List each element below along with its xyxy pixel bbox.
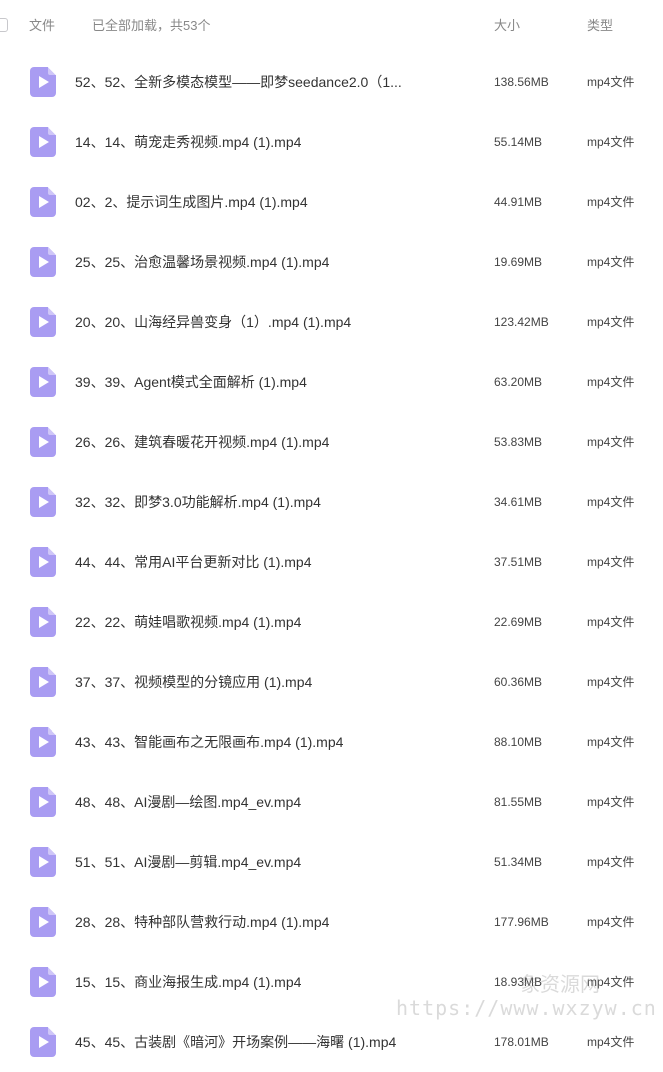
file-name[interactable]: 22、22、萌娃唱歌视频.mp4 (1).mp4: [75, 613, 301, 631]
file-name[interactable]: 37、37、视频模型的分镜应用 (1).mp4: [75, 673, 312, 691]
file-size: 63.20MB: [494, 375, 543, 389]
file-size: 22.69MB: [494, 615, 543, 629]
file-name[interactable]: 32、32、即梦3.0功能解析.mp4 (1).mp4: [75, 493, 321, 511]
file-name[interactable]: 15、15、商业海报生成.mp4 (1).mp4: [75, 973, 301, 991]
file-size: 19.69MB: [494, 255, 543, 269]
file-size: 37.51MB: [494, 555, 543, 569]
file-type: mp4文件: [587, 495, 635, 509]
file-list: 52、52、全新多模态模型——即梦seedance2.0（1... 138.56M…: [0, 52, 663, 1072]
file-size: 55.14MB: [494, 135, 543, 149]
file-size: 138.56MB: [494, 75, 549, 89]
load-status-text: 已全部加载，共53个: [92, 18, 211, 33]
video-file-icon: [30, 547, 56, 577]
file-type: mp4文件: [587, 435, 635, 449]
video-file-icon: [30, 907, 56, 937]
video-file-icon: [30, 67, 56, 97]
file-type: mp4文件: [587, 135, 635, 149]
file-row[interactable]: 39、39、Agent模式全面解析 (1).mp4 63.20MB mp4文件: [0, 352, 663, 412]
video-file-icon: [30, 727, 56, 757]
file-name[interactable]: 43、43、智能画布之无限画布.mp4 (1).mp4: [75, 733, 343, 751]
file-type: mp4文件: [587, 555, 635, 569]
select-all-checkbox[interactable]: [0, 18, 8, 32]
file-row[interactable]: 26、26、建筑春暖花开视频.mp4 (1).mp4 53.83MB mp4文件: [0, 412, 663, 472]
file-type: mp4文件: [587, 375, 635, 389]
file-name[interactable]: 48、48、AI漫剧—绘图.mp4_ev.mp4: [75, 793, 301, 811]
file-size: 53.83MB: [494, 435, 543, 449]
file-type: mp4文件: [587, 675, 635, 689]
file-type: mp4文件: [587, 615, 635, 629]
file-size: 178.01MB: [494, 1035, 549, 1049]
file-row[interactable]: 32、32、即梦3.0功能解析.mp4 (1).mp4 34.61MB mp4文件: [0, 472, 663, 532]
file-size: 177.96MB: [494, 915, 549, 929]
video-file-icon: [30, 427, 56, 457]
file-name[interactable]: 25、25、治愈温馨场景视频.mp4 (1).mp4: [75, 253, 329, 271]
file-row[interactable]: 14、14、萌宠走秀视频.mp4 (1).mp4 55.14MB mp4文件: [0, 112, 663, 172]
file-row[interactable]: 48、48、AI漫剧—绘图.mp4_ev.mp4 81.55MB mp4文件: [0, 772, 663, 832]
file-row[interactable]: 51、51、AI漫剧—剪辑.mp4_ev.mp4 51.34MB mp4文件: [0, 832, 663, 892]
video-file-icon: [30, 1027, 56, 1057]
file-size: 60.36MB: [494, 675, 543, 689]
file-size: 44.91MB: [494, 195, 543, 209]
file-list-header: 文件 已全部加载，共53个 大小 类型: [0, 0, 663, 52]
file-size: 81.55MB: [494, 795, 543, 809]
file-size: 34.61MB: [494, 495, 543, 509]
video-file-icon: [30, 487, 56, 517]
video-file-icon: [30, 667, 56, 697]
video-file-icon: [30, 847, 56, 877]
video-file-icon: [30, 607, 56, 637]
file-name[interactable]: 28、28、特种部队营救行动.mp4 (1).mp4: [75, 913, 329, 931]
file-name[interactable]: 20、20、山海经异兽变身（1）.mp4 (1).mp4: [75, 313, 351, 331]
file-name[interactable]: 52、52、全新多模态模型——即梦seedance2.0（1...: [75, 73, 402, 91]
file-row[interactable]: 37、37、视频模型的分镜应用 (1).mp4 60.36MB mp4文件: [0, 652, 663, 712]
file-size: 123.42MB: [494, 315, 549, 329]
video-file-icon: [30, 967, 56, 997]
file-type: mp4文件: [587, 75, 635, 89]
video-file-icon: [30, 187, 56, 217]
file-type: mp4文件: [587, 315, 635, 329]
file-row[interactable]: 20、20、山海经异兽变身（1）.mp4 (1).mp4 123.42MB mp4文…: [0, 292, 663, 352]
file-name[interactable]: 39、39、Agent模式全面解析 (1).mp4: [75, 373, 307, 391]
video-file-icon: [30, 127, 56, 157]
file-row[interactable]: 45、45、古装剧《暗河》开场案例——海曙 (1).mp4 178.01MB mp4…: [0, 1012, 663, 1072]
video-file-icon: [30, 367, 56, 397]
file-size: 88.10MB: [494, 735, 543, 749]
file-name[interactable]: 51、51、AI漫剧—剪辑.mp4_ev.mp4: [75, 853, 301, 871]
file-row[interactable]: 22、22、萌娃唱歌视频.mp4 (1).mp4 22.69MB mp4文件: [0, 592, 663, 652]
file-name[interactable]: 44、44、常用AI平台更新对比 (1).mp4: [75, 553, 312, 571]
file-name[interactable]: 26、26、建筑春暖花开视频.mp4 (1).mp4: [75, 433, 329, 451]
watermark-url: https://www.wxzyw.cn: [396, 996, 657, 1020]
column-header-name[interactable]: 文件: [29, 18, 55, 34]
file-type: mp4文件: [587, 1035, 635, 1049]
video-file-icon: [30, 787, 56, 817]
file-row[interactable]: 02、2、提示词生成图片.mp4 (1).mp4 44.91MB mp4文件: [0, 172, 663, 232]
file-name[interactable]: 45、45、古装剧《暗河》开场案例——海曙 (1).mp4: [75, 1033, 396, 1051]
column-header-size[interactable]: 大小: [494, 18, 520, 34]
file-type: mp4文件: [587, 195, 635, 209]
file-row[interactable]: 25、25、治愈温馨场景视频.mp4 (1).mp4 19.69MB mp4文件: [0, 232, 663, 292]
file-size: 51.34MB: [494, 855, 543, 869]
file-type: mp4文件: [587, 915, 635, 929]
file-row[interactable]: 28、28、特种部队营救行动.mp4 (1).mp4 177.96MB mp4文件: [0, 892, 663, 952]
file-type: mp4文件: [587, 255, 635, 269]
file-type: mp4文件: [587, 735, 635, 749]
file-name[interactable]: 02、2、提示词生成图片.mp4 (1).mp4: [75, 193, 308, 211]
file-type: mp4文件: [587, 855, 635, 869]
video-file-icon: [30, 247, 56, 277]
column-header-type[interactable]: 类型: [587, 18, 613, 34]
file-row[interactable]: 44、44、常用AI平台更新对比 (1).mp4 37.51MB mp4文件: [0, 532, 663, 592]
file-name[interactable]: 14、14、萌宠走秀视频.mp4 (1).mp4: [75, 133, 301, 151]
file-row[interactable]: 52、52、全新多模态模型——即梦seedance2.0（1... 138.56M…: [0, 52, 663, 112]
watermark-cn: 象资源网: [520, 974, 600, 996]
video-file-icon: [30, 307, 56, 337]
file-row[interactable]: 43、43、智能画布之无限画布.mp4 (1).mp4 88.10MB mp4文件: [0, 712, 663, 772]
file-type: mp4文件: [587, 795, 635, 809]
